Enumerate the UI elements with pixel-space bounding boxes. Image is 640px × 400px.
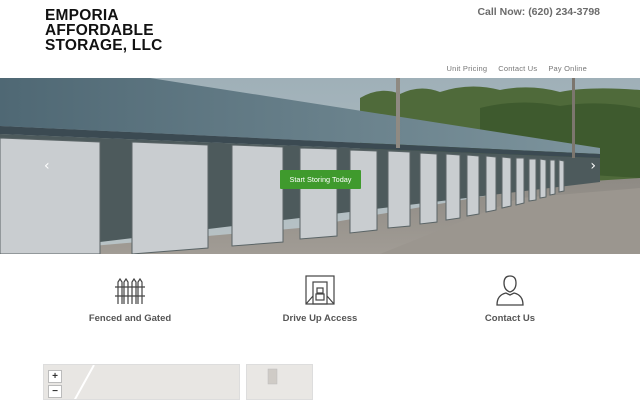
hero-slider: ‹ › Start Storing Today [0, 78, 640, 254]
nav-contact-us[interactable]: Contact Us [498, 64, 537, 73]
slider-prev-icon[interactable]: ‹ [44, 158, 50, 174]
logo-line-1: EMPORIA [45, 7, 119, 24]
feature-drive-up[interactable]: Drive Up Access [250, 274, 390, 324]
feature-fenced[interactable]: Fenced and Gated [60, 274, 200, 324]
start-storing-button[interactable]: Start Storing Today [280, 170, 361, 189]
phone-number[interactable]: Call Now: (620) 234-3798 [477, 6, 600, 18]
map-tiles [267, 368, 278, 385]
nav-unit-pricing[interactable]: Unit Pricing [446, 64, 487, 73]
feature-label: Fenced and Gated [88, 313, 172, 324]
map-embed-secondary[interactable] [246, 364, 313, 400]
nav-pay-online[interactable]: Pay Online [548, 64, 587, 73]
slider-next-icon[interactable]: › [590, 158, 596, 174]
fence-icon [114, 274, 146, 306]
zoom-out-button[interactable]: − [48, 385, 62, 398]
person-icon [494, 274, 526, 306]
features-row: Fenced and Gated Drive Up Access Contact… [0, 262, 640, 342]
map-tiles [73, 365, 95, 399]
feature-label: Drive Up Access [282, 313, 358, 324]
main-nav: Unit Pricing Contact Us Pay Online [446, 64, 587, 73]
logo-line-2: AFFORDABLE [45, 22, 154, 39]
map-embed[interactable]: + − [43, 364, 240, 400]
feature-contact[interactable]: Contact Us [440, 274, 580, 324]
hero-photo [0, 78, 640, 254]
site-logo[interactable]: EMPORIA AFFORDABLE STORAGE, LLC [45, 7, 163, 54]
zoom-in-button[interactable]: + [48, 370, 62, 383]
feature-label: Contact Us [484, 313, 536, 324]
site-header: EMPORIA AFFORDABLE STORAGE, LLC Call Now… [0, 0, 640, 78]
storage-unit-icon [304, 274, 336, 306]
logo-line-3: STORAGE, LLC [45, 37, 163, 54]
